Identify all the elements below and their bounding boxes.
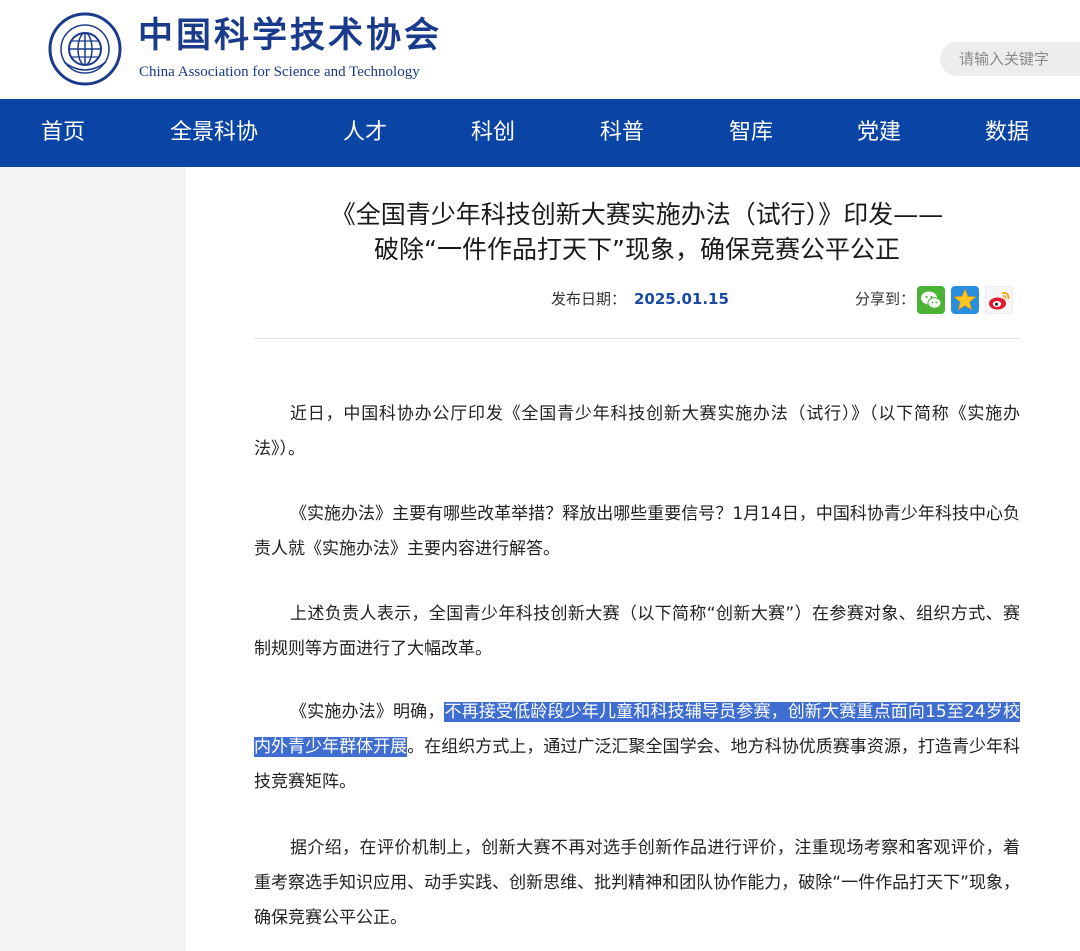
brand-name-cn[interactable]: 中国科学技术协会 <box>138 14 442 58</box>
article-paragraph: 近日，中国科协办公厅印发《全国青少年科技创新大赛实施办法（试行）》（以下简称《实… <box>254 404 1020 459</box>
nav-item-innovation[interactable]: 科创 <box>471 99 515 167</box>
share-label: 分享到： <box>855 290 916 308</box>
weibo-icon[interactable] <box>985 286 1013 314</box>
article-title-line: 破除“一件作品打天下”现象，确保竞赛公平公正 <box>374 235 900 264</box>
meta-divider <box>254 338 1020 339</box>
site-header: 中国科学技术协会 China Association for Science a… <box>0 0 1080 99</box>
publish-date: 2025.01.15 <box>634 290 729 308</box>
nav-item-popular-science[interactable]: 科普 <box>600 99 644 167</box>
side-panel <box>0 167 186 951</box>
nav-item-talent[interactable]: 人才 <box>343 99 387 167</box>
paragraph-text: 《实施办法》明确， <box>290 702 445 722</box>
nav-item-data[interactable]: 数据 <box>985 99 1029 167</box>
nav-item-think-tank[interactable]: 智库 <box>729 99 773 167</box>
nav-item-overview[interactable]: 全景科协 <box>170 99 258 167</box>
main-nav: 首页 全景科协 人才 科创 科普 智库 党建 数据 <box>0 99 1080 167</box>
qzone-icon[interactable] <box>951 286 979 314</box>
date-label: 发布日期： <box>551 290 627 308</box>
wechat-icon[interactable] <box>917 286 945 314</box>
search-input[interactable] <box>940 42 1080 76</box>
article-paragraph: 《实施办法》主要有哪些改革举措？释放出哪些重要信号？1月14日，中国科协青少年科… <box>254 504 1020 559</box>
nav-item-party[interactable]: 党建 <box>857 99 901 167</box>
cast-logo-icon[interactable] <box>48 12 122 86</box>
article-paragraph: 《实施办法》明确，不再接受低龄段少年儿童和科技辅导员参赛，创新大赛重点面向15至… <box>254 695 1021 800</box>
nav-item-home[interactable]: 首页 <box>41 99 85 167</box>
article-title-line: 《全国青少年科技创新大赛实施办法（试行）》印发—— <box>330 200 944 229</box>
brand-name-en[interactable]: China Association for Science and Techno… <box>139 63 420 81</box>
article-title: 《全国青少年科技创新大赛实施办法（试行）》印发—— 破除“一件作品打天下”现象，… <box>254 197 1020 267</box>
article-paragraph: 上述负责人表示，全国青少年科技创新大赛（以下简称“创新大赛”）在参赛对象、组织方… <box>254 604 1020 659</box>
article-paragraph: 据介绍，在评价机制上，创新大赛不再对选手创新作品进行评价，注重现场考察和客观评价… <box>254 838 1020 928</box>
